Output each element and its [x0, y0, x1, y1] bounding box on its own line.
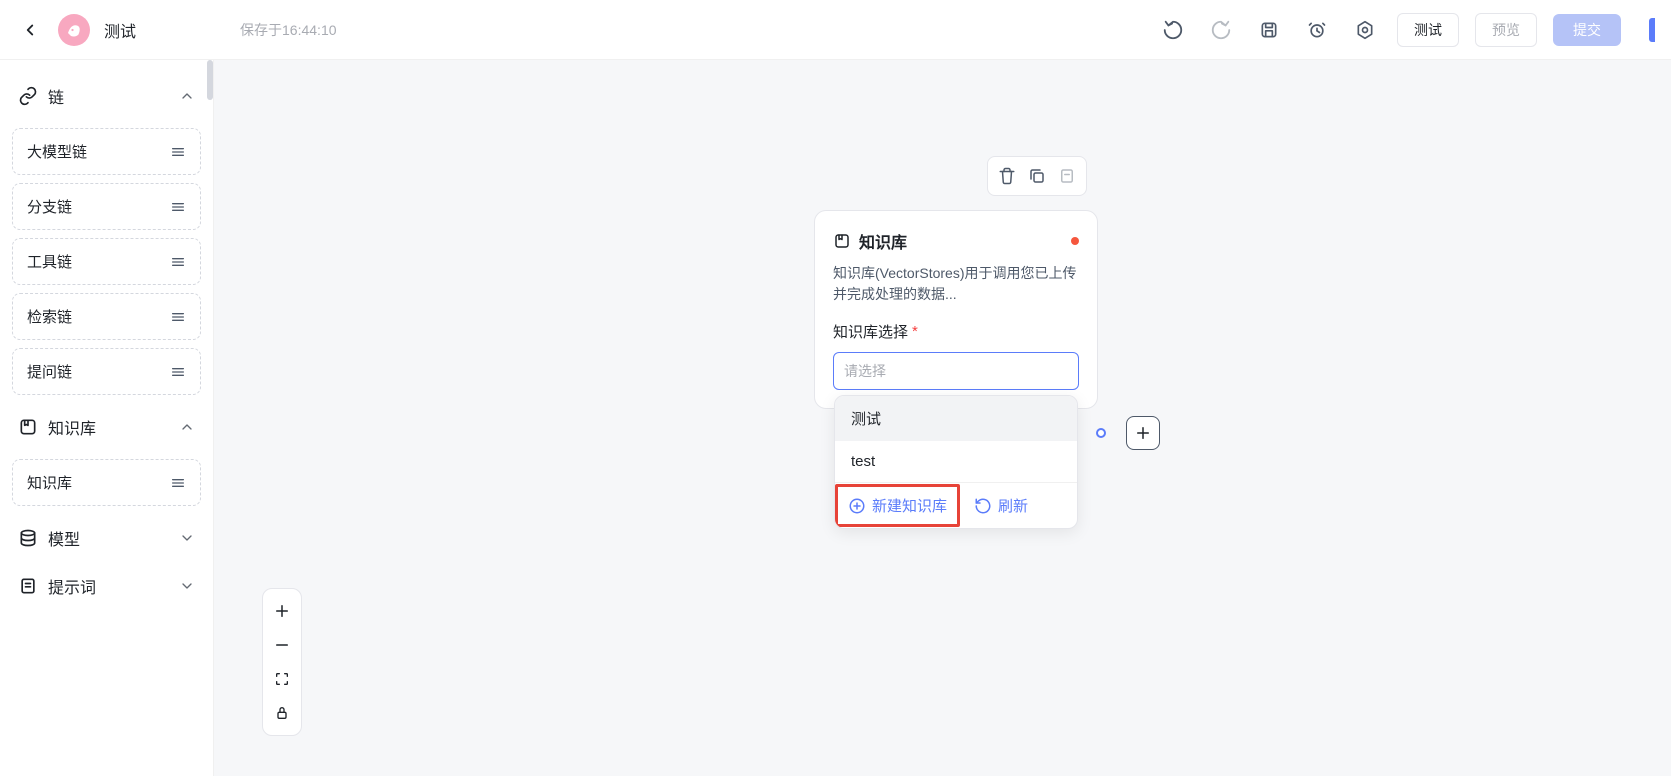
back-button[interactable]	[16, 16, 44, 44]
node-title: 知识库	[859, 229, 1063, 253]
sidebar-item-question-chain[interactable]: 提问链	[12, 348, 201, 395]
dropdown-option[interactable]: 测试	[835, 396, 1077, 441]
sidebar-item-branch-chain[interactable]: 分支链	[12, 183, 201, 230]
chevron-down-icon	[179, 578, 195, 594]
section-chain[interactable]: 链	[12, 72, 201, 120]
sidebar-item-label: 工具链	[27, 251, 72, 272]
chevron-up-icon	[179, 419, 195, 435]
chevron-up-icon	[179, 88, 195, 104]
sidebar: 链 大模型链 分支链 工具链 检索链 提问链	[0, 60, 214, 776]
undo-button[interactable]	[1157, 14, 1189, 46]
sidebar-item-label: 知识库	[27, 472, 72, 493]
alarm-button[interactable]	[1301, 14, 1333, 46]
menu-icon	[170, 364, 186, 380]
sidebar-item-knowledge[interactable]: 知识库	[12, 459, 201, 506]
sidebar-item-tool-chain[interactable]: 工具链	[12, 238, 201, 285]
sidebar-item-label: 大模型链	[27, 141, 87, 162]
section-label: 提示词	[48, 574, 169, 598]
canvas[interactable]: 知识库 知识库(VectorStores)用于调用您已上传并完成处理的数据...…	[214, 60, 1671, 776]
save-timestamp: 保存于16:44:10	[240, 20, 337, 40]
app-logo	[58, 14, 90, 46]
section-label: 链	[48, 84, 169, 108]
status-dot	[1071, 237, 1079, 245]
sidebar-item-retrieval-chain[interactable]: 检索链	[12, 293, 201, 340]
settings-button[interactable]	[1349, 14, 1381, 46]
node-toolbar	[987, 156, 1087, 196]
header: 测试 保存于16:44:10 测试 预览 提交	[0, 0, 1671, 60]
dropdown-action-label: 新建知识库	[872, 495, 947, 516]
zoom-out-button[interactable]	[266, 629, 298, 661]
redo-button[interactable]	[1205, 14, 1237, 46]
menu-icon	[170, 254, 186, 270]
preview-button[interactable]: 预览	[1475, 13, 1537, 47]
section-label: 模型	[48, 526, 169, 550]
create-knowledge-button[interactable]: 新建知识库	[848, 495, 947, 516]
dropdown-option[interactable]: test	[835, 441, 1077, 482]
link-icon	[18, 86, 38, 106]
node-description: 知识库(VectorStores)用于调用您已上传并完成处理的数据...	[833, 263, 1079, 305]
section-prompt[interactable]: 提示词	[12, 562, 201, 610]
refresh-button[interactable]: 刷新	[960, 483, 1042, 528]
output-port[interactable]	[1096, 428, 1106, 438]
test-button[interactable]: 测试	[1397, 13, 1459, 47]
header-actions: 测试 预览 提交	[1157, 13, 1655, 47]
fit-view-button[interactable]	[266, 663, 298, 695]
sidebar-item-label: 检索链	[27, 306, 72, 327]
book-icon	[18, 417, 38, 437]
section-label: 知识库	[48, 415, 169, 439]
book-icon	[833, 232, 851, 250]
knowledge-select[interactable]: 请选择	[833, 352, 1079, 390]
menu-icon	[170, 199, 186, 215]
note-node-button[interactable]	[1054, 163, 1080, 189]
chevron-down-icon	[179, 530, 195, 546]
page-title: 测试	[104, 18, 136, 42]
save-button[interactable]	[1253, 14, 1285, 46]
document-icon	[18, 576, 38, 596]
dropdown-action-label: 刷新	[998, 495, 1028, 516]
knowledge-node[interactable]: 知识库 知识库(VectorStores)用于调用您已上传并完成处理的数据...…	[814, 210, 1098, 409]
add-node-button[interactable]	[1126, 416, 1160, 450]
sidebar-item-llm-chain[interactable]: 大模型链	[12, 128, 201, 175]
header-accent	[1649, 18, 1655, 42]
zoom-in-button[interactable]	[266, 595, 298, 627]
section-model[interactable]: 模型	[12, 514, 201, 562]
menu-icon	[170, 144, 186, 160]
highlight-annotation: 新建知识库	[835, 484, 960, 527]
required-star: *	[912, 323, 918, 340]
lock-button[interactable]	[266, 697, 298, 729]
database-icon	[18, 528, 38, 548]
menu-icon	[170, 309, 186, 325]
select-dropdown: 测试 test 新建知识库 刷新	[834, 395, 1078, 529]
menu-icon	[170, 475, 186, 491]
section-knowledge[interactable]: 知识库	[12, 403, 201, 451]
sidebar-item-label: 分支链	[27, 196, 72, 217]
sidebar-item-label: 提问链	[27, 361, 72, 382]
submit-button[interactable]: 提交	[1553, 14, 1621, 46]
delete-node-button[interactable]	[994, 163, 1020, 189]
copy-node-button[interactable]	[1024, 163, 1050, 189]
field-label: 知识库选择 *	[833, 321, 1079, 342]
scrollbar[interactable]	[207, 60, 213, 100]
zoom-controls	[262, 588, 302, 736]
